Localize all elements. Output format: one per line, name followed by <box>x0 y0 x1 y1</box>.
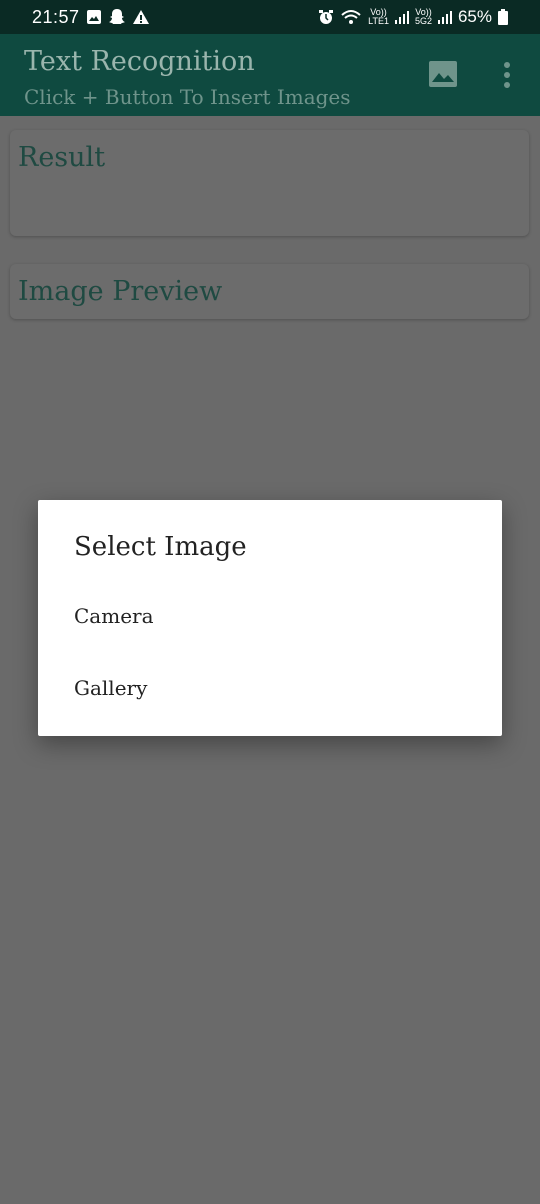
result-label: Result <box>18 142 106 173</box>
dialog-title: Select Image <box>74 532 247 562</box>
signal-2-icon <box>437 11 452 24</box>
app-subtitle: Click + Button To Insert Images <box>24 85 351 109</box>
notification-icons <box>86 8 150 26</box>
battery-icon <box>498 9 508 25</box>
wifi-icon <box>341 10 361 24</box>
warning-icon <box>133 10 149 24</box>
result-card: Result <box>10 130 529 236</box>
battery-percent: 65% <box>457 7 492 26</box>
snapchat-icon <box>109 9 125 24</box>
gallery-option[interactable]: Gallery <box>74 676 147 700</box>
lte-label: Vo)) LTE1 <box>368 7 389 26</box>
signal-1-icon <box>394 11 409 24</box>
app-title: Text Recognition <box>24 46 255 77</box>
5g-label: Vo)) 5G2 <box>414 7 432 26</box>
alarm-icon <box>319 10 334 24</box>
more-vertical-icon[interactable] <box>498 60 516 90</box>
image-icon[interactable] <box>428 60 458 88</box>
clock: 21:57 <box>32 7 80 27</box>
image-preview-label: Image Preview <box>18 276 223 307</box>
select-image-dialog: Select Image Camera Gallery <box>38 500 502 736</box>
system-status-icons: Vo)) LTE1 Vo)) 5G2 65% <box>318 7 508 27</box>
status-bar: 21:57 Vo)) LTE1 Vo)) 5G2 65% <box>0 0 540 34</box>
gallery-notification-icon <box>87 10 101 24</box>
image-preview-card: Image Preview <box>10 264 529 319</box>
app-bar: Text Recognition Click + Button To Inser… <box>0 34 540 116</box>
camera-option[interactable]: Camera <box>74 604 154 628</box>
